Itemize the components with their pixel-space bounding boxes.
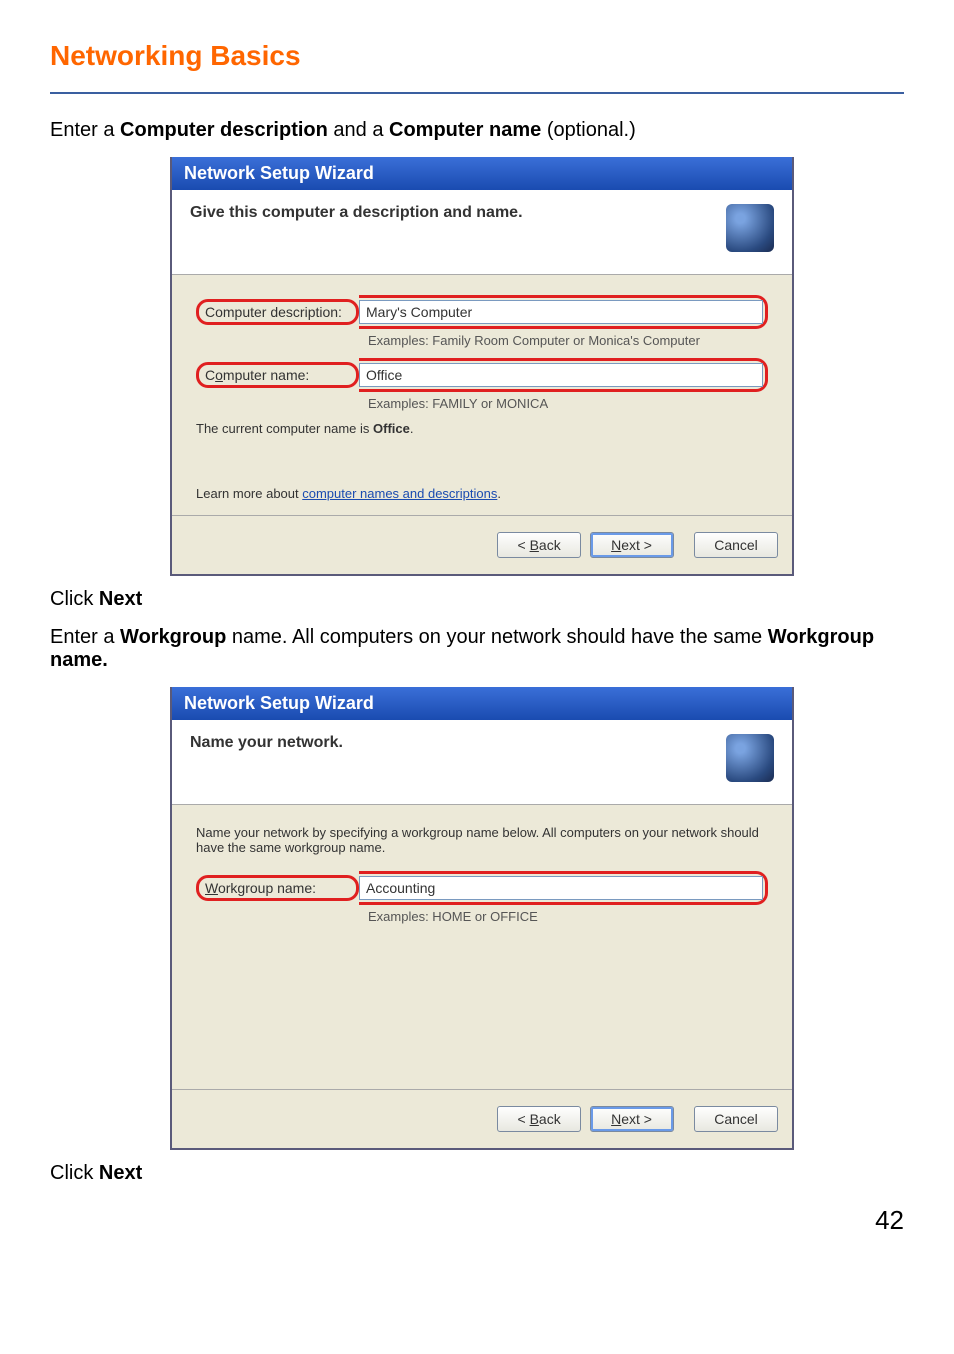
text-bold: Workgroup (120, 626, 226, 648)
input-wrap: Mary's Computer (359, 295, 768, 329)
accelerator-underline: B (530, 537, 539, 553)
examples-text: Examples: FAMILY or MONICA (368, 396, 768, 411)
wizard-header-text: Name your network. (190, 734, 343, 752)
input-computer-description[interactable]: Mary's Computer (359, 300, 763, 324)
wizard-buttons: < Back Next > Cancel (172, 1089, 792, 1148)
link-computer-names[interactable]: computer names and descriptions (302, 486, 497, 501)
wizard-header: Name your network. (172, 720, 792, 805)
cancel-button[interactable]: Cancel (694, 532, 778, 558)
accelerator-underline: N (611, 537, 621, 553)
click-next-2: Click Next (50, 1162, 904, 1185)
wizard-buttons: < Back Next > Cancel (172, 515, 792, 574)
text: Click (50, 1162, 99, 1184)
divider (50, 92, 904, 94)
wizard-body: Name your network by specifying a workgr… (172, 805, 792, 1089)
accelerator-underline: o (215, 367, 223, 383)
wizard-header-text: Give this computer a description and nam… (190, 204, 523, 222)
text-bold: Next (99, 588, 142, 610)
text: Click (50, 588, 99, 610)
instruction-1: Enter a Computer description and a Compu… (50, 119, 904, 142)
next-button[interactable]: Next > (590, 532, 674, 558)
learn-more: Learn more about computer names and desc… (196, 486, 768, 501)
network-icon (726, 734, 774, 782)
row-computer-description: Computer description: Mary's Computer (196, 295, 768, 329)
text-bold: Computer name (389, 119, 541, 141)
window-title: Network Setup Wizard (172, 157, 792, 190)
row-computer-name: Computer name: Office (196, 358, 768, 392)
back-button[interactable]: < Back (497, 1106, 581, 1132)
input-computer-name[interactable]: Office (359, 363, 763, 387)
text: (optional.) (541, 119, 636, 141)
text-bold: Computer description (120, 119, 328, 141)
examples-text: Examples: Family Room Computer or Monica… (368, 333, 768, 348)
label-computer-name: Computer name: (196, 362, 359, 388)
accelerator-underline: N (611, 1111, 621, 1127)
body-text: Name your network by specifying a workgr… (196, 825, 768, 855)
text: and a (328, 119, 389, 141)
accelerator-underline: W (205, 880, 218, 896)
text-bold: Next (99, 1162, 142, 1184)
network-icon (726, 204, 774, 252)
instruction-2: Enter a Workgroup name. All computers on… (50, 626, 904, 672)
wizard-1: Network Setup Wizard Give this computer … (170, 157, 794, 576)
next-button[interactable]: Next > (590, 1106, 674, 1132)
text: Enter a (50, 119, 120, 141)
label-workgroup: Workgroup name: (196, 875, 359, 901)
back-button[interactable]: < Back (497, 532, 581, 558)
text: The current computer name is (196, 421, 373, 436)
wizard-body: Computer description: Mary's Computer Ex… (172, 275, 792, 515)
click-next-1: Click Next (50, 588, 904, 611)
input-wrap: Accounting (359, 871, 768, 905)
input-workgroup[interactable]: Accounting (359, 876, 763, 900)
wizard-header: Give this computer a description and nam… (172, 190, 792, 275)
input-wrap: Office (359, 358, 768, 392)
examples-text: Examples: HOME or OFFICE (368, 909, 768, 924)
page-number: 42 (50, 1205, 904, 1236)
window-title: Network Setup Wizard (172, 687, 792, 720)
text-bold: Office (373, 421, 410, 436)
text: Learn more about (196, 486, 302, 501)
row-workgroup: Workgroup name: Accounting (196, 871, 768, 905)
text: Enter a (50, 626, 120, 648)
cancel-button[interactable]: Cancel (694, 1106, 778, 1132)
page-heading: Networking Basics (50, 40, 904, 72)
current-name-sentence: The current computer name is Office. (196, 421, 768, 436)
wizard-2: Network Setup Wizard Name your network. … (170, 687, 794, 1150)
text: name. All computers on your network shou… (226, 626, 767, 648)
label-computer-description: Computer description: (196, 299, 359, 325)
accelerator-underline: B (530, 1111, 539, 1127)
